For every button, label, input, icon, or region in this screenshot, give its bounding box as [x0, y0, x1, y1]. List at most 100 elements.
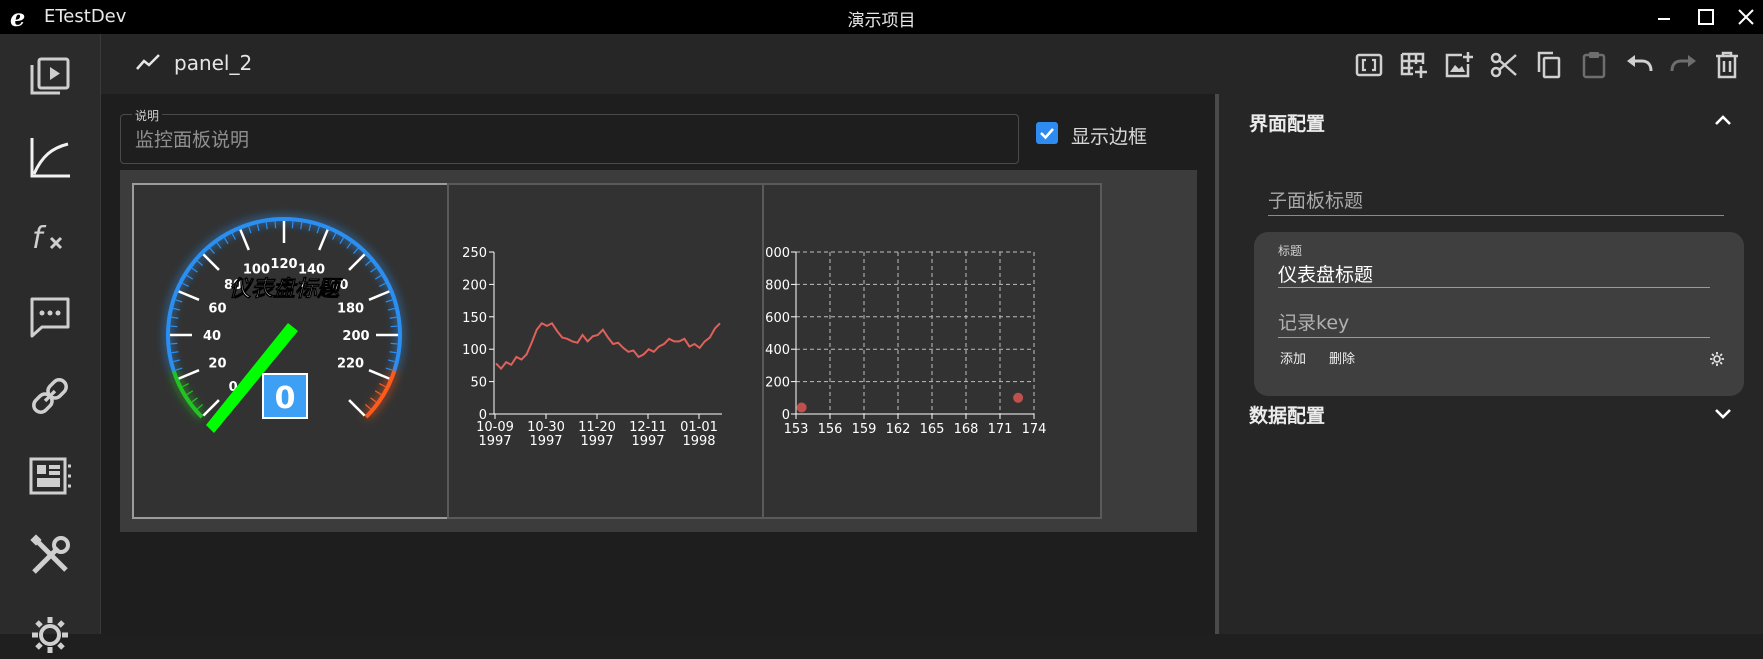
x-tick-label: 153: [784, 422, 809, 437]
y-tick-label: 250: [462, 246, 487, 261]
add-button[interactable]: 添加: [1280, 348, 1306, 367]
panel-name: panel_2: [174, 51, 253, 75]
link-icon[interactable]: [26, 372, 74, 420]
chevron-up-icon[interactable]: [1712, 110, 1734, 132]
y-tick-label: 400: [765, 343, 790, 358]
gauge-major-tick: [348, 399, 366, 417]
gauge-minor-tick: [385, 367, 393, 371]
y-tick-label: 0: [782, 408, 790, 423]
x-tick-label: 156: [818, 422, 843, 437]
title-field: [1278, 259, 1710, 288]
gauge-tick-label: 60: [208, 301, 226, 316]
scatter-chart: 153 156 159 162 165 168 171 174 0 200 400 600 800 100…: [757, 246, 1047, 437]
gauge-tick-label: 140: [298, 262, 325, 277]
scatter-point: [796, 402, 807, 413]
gauge-minor-tick: [256, 224, 260, 232]
gauge-minor-tick: [387, 359, 395, 363]
x-tick-label: 174: [1022, 422, 1047, 437]
gauge-tick-label: 120: [270, 257, 297, 272]
title-bar: e ETestDev 演示项目: [0, 0, 1763, 34]
undo-icon[interactable]: [1624, 50, 1654, 80]
record-key-field: [1278, 309, 1710, 338]
panel-editor: 说明 显示边框 020406080100120140160180200220 仪…: [101, 94, 1215, 634]
gauge-minor-tick: [170, 325, 178, 328]
scatter-chart-panel[interactable]: 153 156 159 162 165 168 171 174 0 200 400 600 800 100…: [757, 183, 1102, 519]
gauge-major-tick: [178, 369, 200, 380]
data-config-section-title: 数据配置: [1249, 405, 1326, 427]
gauge-minor-tick: [182, 282, 189, 287]
gauge-panel[interactable]: 0 20 40 60 80 100 120 140 160 180 200 220 仪表盘标题 0: [132, 183, 472, 519]
gauge-major-tick: [348, 253, 366, 271]
copy-icon[interactable]: [1534, 50, 1564, 80]
copy-play-icon[interactable]: [26, 53, 74, 101]
paste-icon[interactable]: [1579, 50, 1609, 80]
gauge-tick-label: 180: [337, 301, 364, 316]
subpanel-title-input[interactable]: [1268, 187, 1724, 215]
y-tick-label: 800: [765, 278, 790, 293]
description-input[interactable]: [133, 126, 997, 154]
gear-icon[interactable]: [26, 611, 74, 659]
minimize-icon[interactable]: [1650, 3, 1678, 31]
record-key-input[interactable]: [1278, 309, 1710, 337]
subpanel-title-field: [1268, 187, 1724, 216]
gauge-minor-tick: [332, 233, 337, 240]
gauge-minor-tick: [390, 342, 398, 345]
description-legend: 说明: [132, 107, 163, 124]
x-tick-label: 12-11: [629, 420, 667, 435]
cut-icon[interactable]: [1489, 50, 1519, 80]
left-nav: f: [0, 34, 101, 653]
dashboard-icon[interactable]: [26, 452, 74, 500]
x-tick-label-year: 1997: [631, 434, 664, 449]
y-tick-label: 1000: [764, 246, 790, 261]
x-tick-label-year: 1997: [529, 434, 562, 449]
gauge-value: 0: [275, 381, 296, 416]
gauge-minor-tick: [385, 299, 393, 303]
close-icon[interactable]: [1732, 3, 1760, 31]
x-tick-label: 165: [920, 422, 945, 437]
redo-icon[interactable]: [1669, 50, 1699, 80]
svg-text:f: f: [32, 221, 47, 256]
y-tick-label: 100: [462, 343, 487, 358]
x-tick-label: 10-30: [527, 420, 565, 435]
delete-icon[interactable]: [1712, 50, 1742, 80]
gauge-minor-tick: [300, 222, 303, 230]
gauge-minor-tick: [231, 233, 236, 240]
tools-icon[interactable]: [26, 532, 74, 580]
gauge-major-tick: [178, 290, 200, 301]
title-field-label: 标题: [1278, 244, 1303, 258]
gauge-major-tick: [318, 229, 329, 251]
gauge-minor-tick: [274, 221, 277, 229]
gauge-minor-tick: [196, 404, 204, 410]
gauge-minor-tick: [353, 247, 359, 255]
show-border-label: 显示边框: [1071, 126, 1148, 148]
gauge-minor-tick: [223, 237, 229, 245]
x-tick-label: 168: [954, 422, 979, 437]
table-add-icon[interactable]: [1399, 50, 1429, 80]
image-add-icon[interactable]: [1444, 50, 1474, 80]
gauge-title: 仪表盘标题: [229, 276, 343, 302]
trend-line-icon: [136, 54, 160, 70]
gauge-minor-tick: [291, 221, 294, 229]
title-input[interactable]: [1278, 259, 1710, 287]
gauge-minor-tick: [186, 390, 194, 396]
gauge-minor-tick: [173, 359, 181, 363]
message-icon[interactable]: [26, 293, 74, 341]
panel-canvas: 0 20 40 60 80 100 120 140 160 180 200 220 仪表盘标题 0 0…: [120, 170, 1197, 532]
x-tick-label-year: 1997: [580, 434, 613, 449]
settings-gear-icon[interactable]: [1709, 351, 1725, 367]
function-icon[interactable]: f: [26, 214, 74, 262]
show-border-checkbox[interactable]: [1036, 122, 1058, 144]
gauge-minor-tick: [364, 260, 372, 266]
chart-line-icon[interactable]: [26, 134, 74, 182]
y-tick-label: 200: [765, 376, 790, 391]
line-chart-panel[interactable]: 0 50 100 150 200 250 10-09 1997 10-30 1997 11-20 19…: [447, 183, 787, 519]
chevron-down-icon[interactable]: [1712, 402, 1734, 424]
delete-button[interactable]: 删除: [1329, 348, 1355, 367]
maximize-icon[interactable]: [1692, 3, 1720, 31]
gauge-minor-tick: [216, 242, 222, 249]
gauge-minor-tick: [196, 260, 204, 266]
line-series: [495, 321, 721, 371]
bracket-frame-icon[interactable]: [1354, 50, 1384, 80]
gauge-minor-tick: [339, 237, 345, 245]
config-panel: 界面配置 标题 添加 删除 数据配置: [1219, 94, 1763, 634]
